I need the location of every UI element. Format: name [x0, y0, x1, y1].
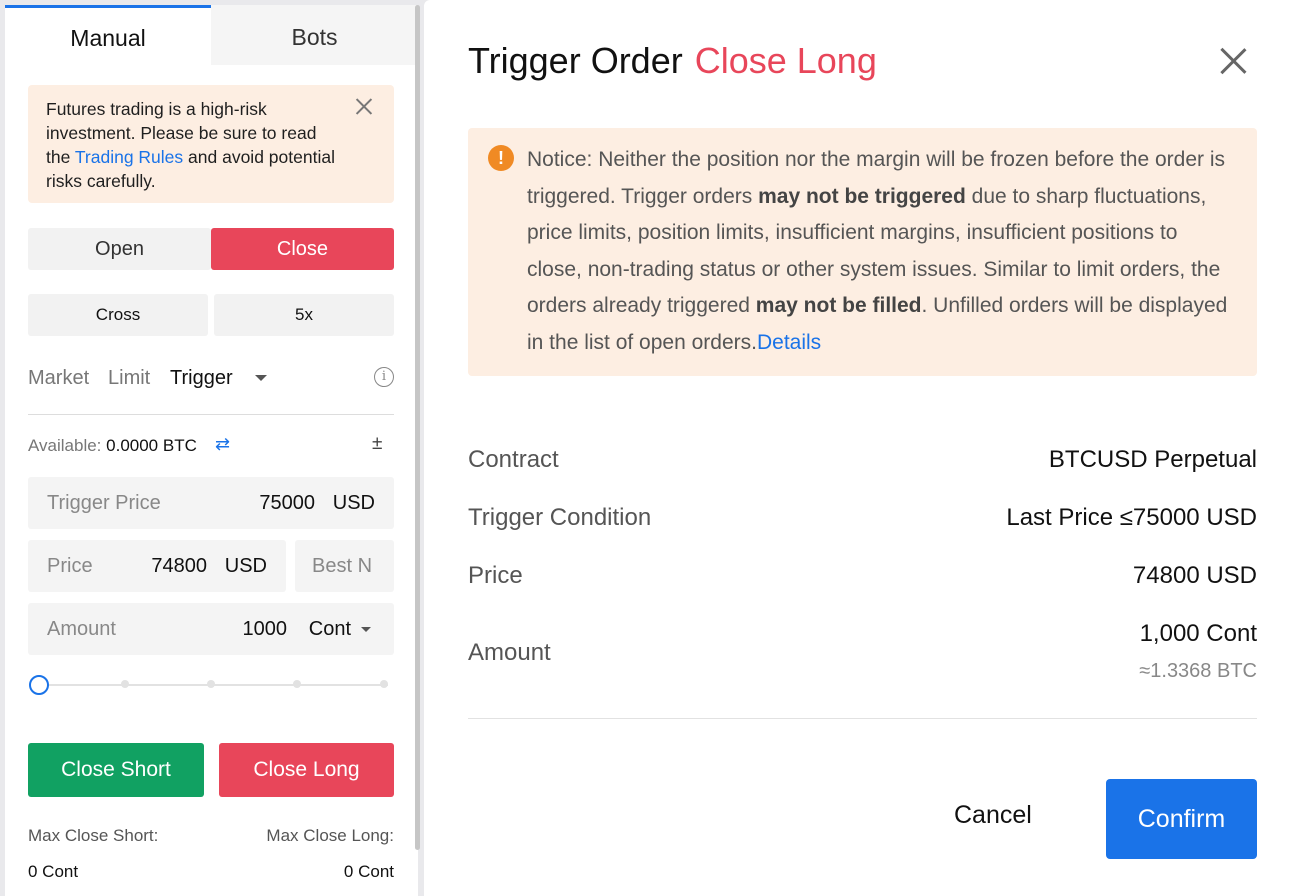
price-field[interactable]: Price 74800 USD [28, 540, 286, 592]
open-tab[interactable]: Open [28, 228, 211, 270]
close-icon[interactable] [355, 97, 373, 115]
order-type-market[interactable]: Market [28, 367, 89, 390]
caret-down-icon[interactable] [361, 627, 371, 632]
available-label: Available: [28, 436, 102, 455]
price-label: Price [47, 555, 93, 577]
trading-panel: Manual Bots Futures trading is a high-ri… [5, 5, 418, 896]
slider-tick[interactable] [380, 680, 388, 688]
trigger-condition-value: Last Price ≤75000 USD [1006, 504, 1257, 531]
modal-title: Trigger Order Close Long [468, 40, 877, 82]
margin-mode-button[interactable]: Cross [28, 294, 208, 336]
close-tab[interactable]: Close [211, 228, 394, 270]
amount-value: 1,000 Cont [1139, 620, 1257, 647]
trigger-price-label: Trigger Price [47, 492, 161, 514]
slider-tick[interactable] [293, 680, 301, 688]
trigger-price-unit: USD [332, 492, 375, 514]
amount-btc-value: ≈1.3368 BTC [1139, 660, 1257, 682]
info-icon[interactable]: i [374, 367, 394, 387]
slider-tick[interactable] [121, 680, 129, 688]
trigger-price-value[interactable]: 75000 [259, 477, 315, 529]
max-close-long-value: 0 Cont [343, 862, 394, 881]
trigger-price-field[interactable]: Trigger Price 75000 USD [28, 477, 394, 529]
trigger-condition-label: Trigger Condition [468, 504, 652, 531]
amount-label: Amount [47, 618, 116, 640]
amount-field[interactable]: Amount 1000 Cont [28, 603, 394, 655]
amount-unit[interactable]: Cont [309, 603, 351, 655]
leverage-button[interactable]: 5x [214, 294, 394, 336]
order-type-limit[interactable]: Limit [108, 367, 150, 390]
price-label: Price [468, 562, 523, 589]
amount-label: Amount [468, 639, 551, 666]
available-value: 0.0000 BTC [106, 436, 197, 455]
price-value[interactable]: 74800 [151, 540, 207, 592]
best-price-button[interactable]: Best N [295, 540, 394, 592]
trading-rules-link[interactable]: Trading Rules [75, 147, 183, 167]
tab-bots[interactable]: Bots [211, 5, 418, 65]
available-balance: Available: 0.0000 BTC [28, 436, 197, 456]
divider [28, 414, 394, 415]
price-unit: USD [224, 555, 267, 577]
contract-label: Contract [468, 446, 559, 473]
max-close-short-label: Max Close Short: [28, 826, 159, 845]
swap-icon[interactable]: ⇄ [215, 434, 230, 455]
confirm-button[interactable]: Confirm [1106, 779, 1257, 859]
caret-down-icon[interactable] [255, 375, 267, 381]
modal-side: Close Long [694, 40, 877, 81]
risk-notice: Futures trading is a high-risk investmen… [28, 85, 394, 203]
order-type-trigger[interactable]: Trigger [170, 367, 233, 390]
close-icon[interactable] [1220, 48, 1246, 74]
best-price-label: Best N [312, 555, 373, 577]
notice-bold-2: may not be filled [755, 294, 922, 317]
divider [468, 718, 1257, 719]
cancel-button[interactable]: Cancel [954, 801, 1032, 830]
scrollbar[interactable] [415, 5, 420, 850]
amount-value[interactable]: 1000 [243, 603, 288, 655]
trigger-order-modal: Trigger Order Close Long Notice: Neither … [424, 0, 1301, 896]
modal-title-text: Trigger Order [468, 40, 683, 81]
plus-minus-icon[interactable]: ± [372, 433, 382, 455]
close-short-button[interactable]: Close Short [28, 743, 204, 797]
price-value: 74800 USD [1132, 562, 1257, 589]
close-long-button[interactable]: Close Long [219, 743, 394, 797]
warning-icon: ! [488, 145, 514, 171]
contract-value: BTCUSD Perpetual [1048, 446, 1257, 473]
details-link[interactable]: Details [757, 331, 821, 354]
notice-bold-1: may not be triggered [758, 184, 966, 208]
tab-manual[interactable]: Manual [5, 5, 211, 65]
notice-box: Notice: Neither the position nor the mar… [468, 128, 1257, 376]
max-close-short-value: 0 Cont [28, 862, 79, 881]
max-close-long-label: Max Close Long: [266, 826, 394, 845]
slider-tick[interactable] [207, 680, 215, 688]
slider-handle[interactable] [29, 675, 49, 695]
